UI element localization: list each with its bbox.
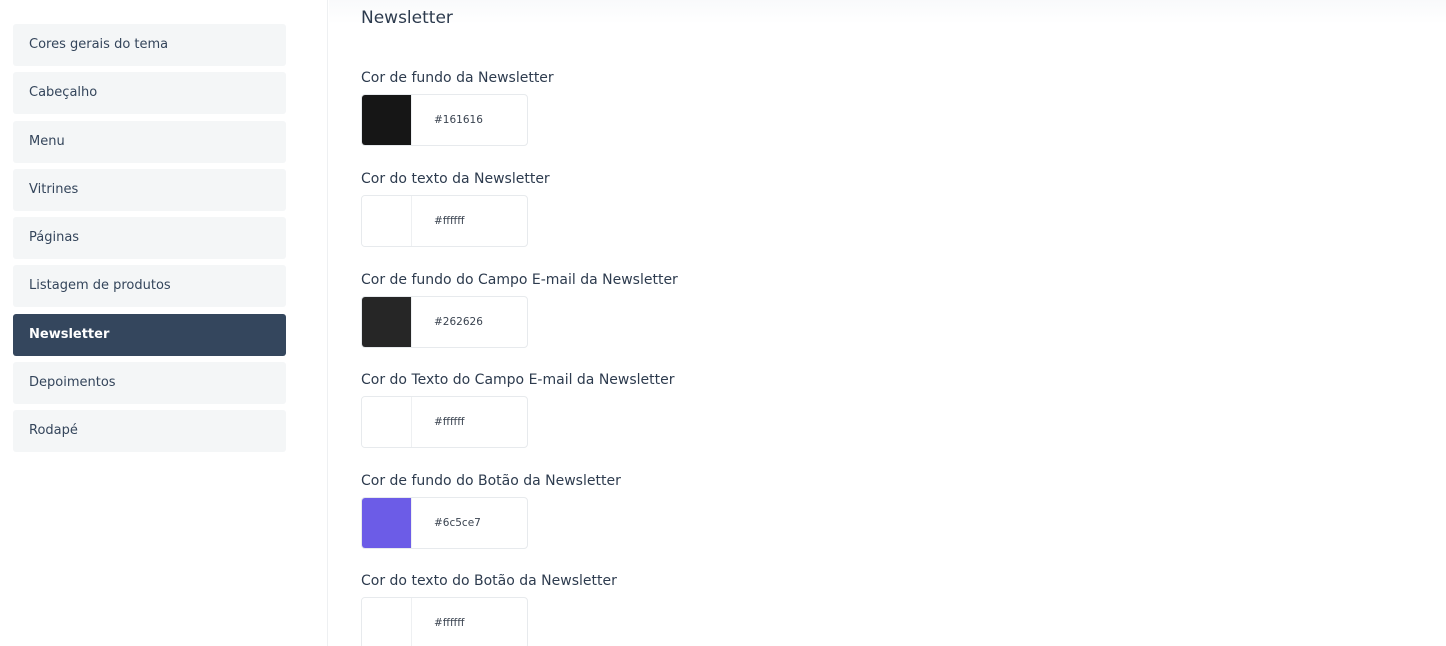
hex-value[interactable]: #6c5ce7: [412, 498, 527, 548]
color-swatch[interactable]: [362, 196, 412, 246]
color-field: Cor de fundo da Newsletter #161616: [361, 70, 554, 146]
hex-value[interactable]: #ffffff: [412, 397, 527, 447]
color-swatch[interactable]: [362, 598, 412, 646]
color-picker[interactable]: #6c5ce7: [361, 497, 528, 549]
color-picker[interactable]: #ffffff: [361, 195, 528, 247]
field-label: Cor do Texto do Campo E-mail da Newslett…: [361, 372, 675, 388]
app: Cores gerais do tema Cabeçalho Menu Vitr…: [0, 0, 1446, 646]
color-swatch[interactable]: [362, 95, 412, 145]
sidebar-item-listagem-produtos[interactable]: Listagem de produtos: [13, 265, 286, 308]
sidebar: Cores gerais do tema Cabeçalho Menu Vitr…: [0, 0, 328, 646]
field-label: Cor de fundo do Campo E-mail da Newslett…: [361, 272, 678, 288]
color-picker[interactable]: #ffffff: [361, 396, 528, 448]
sidebar-item-rodape[interactable]: Rodapé: [13, 410, 286, 453]
color-picker[interactable]: #ffffff: [361, 597, 528, 646]
field-label: Cor do texto do Botão da Newsletter: [361, 573, 617, 589]
page-title: Newsletter: [361, 8, 453, 28]
color-picker[interactable]: #262626: [361, 296, 528, 348]
color-field: Cor do texto da Newsletter #ffffff: [361, 171, 550, 247]
sidebar-item-paginas[interactable]: Páginas: [13, 217, 286, 260]
top-bar: [329, 0, 1446, 24]
sidebar-item-depoimentos[interactable]: Depoimentos: [13, 362, 286, 405]
field-label: Cor de fundo da Newsletter: [361, 70, 554, 86]
color-field: Cor do texto do Botão da Newsletter #fff…: [361, 573, 617, 646]
hex-value[interactable]: #ffffff: [412, 196, 527, 246]
hex-value[interactable]: #161616: [412, 95, 527, 145]
color-field: Cor de fundo do Botão da Newsletter #6c5…: [361, 473, 621, 549]
field-label: Cor de fundo do Botão da Newsletter: [361, 473, 621, 489]
color-swatch[interactable]: [362, 397, 412, 447]
hex-value[interactable]: #262626: [412, 297, 527, 347]
sidebar-item-vitrines[interactable]: Vitrines: [13, 168, 286, 211]
color-field: Cor do Texto do Campo E-mail da Newslett…: [361, 372, 675, 448]
color-field: Cor de fundo do Campo E-mail da Newslett…: [361, 272, 678, 348]
sidebar-item-cabecalho[interactable]: Cabeçalho: [13, 72, 286, 115]
sidebar-item-menu[interactable]: Menu: [13, 120, 286, 163]
field-label: Cor do texto da Newsletter: [361, 171, 550, 187]
color-picker[interactable]: #161616: [361, 94, 528, 146]
color-swatch[interactable]: [362, 297, 412, 347]
hex-value[interactable]: #ffffff: [412, 598, 527, 646]
color-swatch[interactable]: [362, 498, 412, 548]
sidebar-item-newsletter[interactable]: Newsletter: [13, 313, 286, 356]
sidebar-item-cores-gerais[interactable]: Cores gerais do tema: [13, 24, 286, 66]
sidebar-menu: Cores gerais do tema Cabeçalho Menu Vitr…: [13, 24, 286, 459]
